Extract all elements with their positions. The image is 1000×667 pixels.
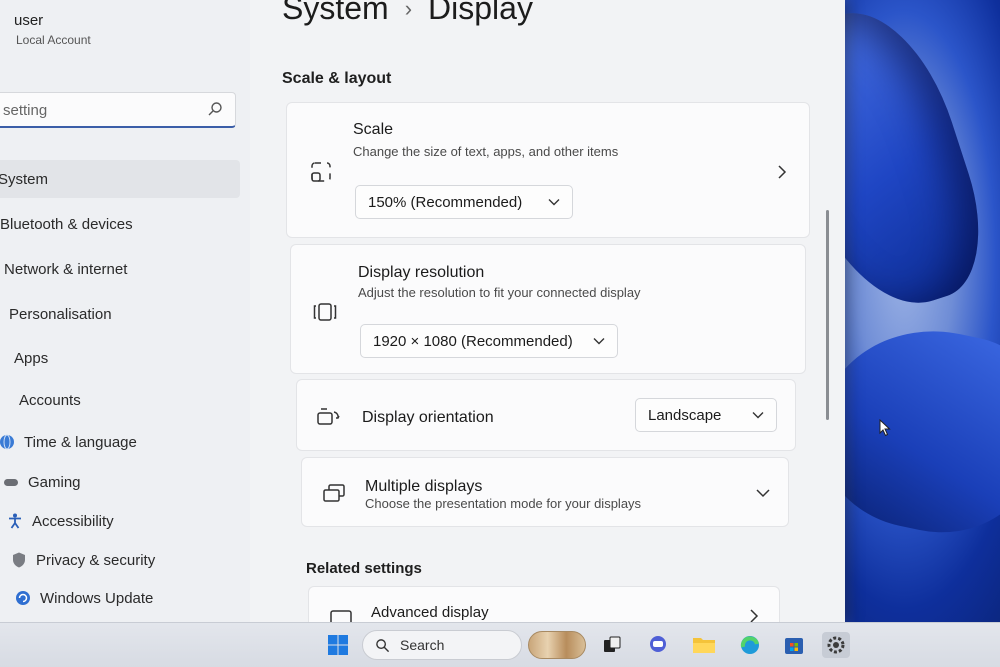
sidebar-item-label: Accessibility [32,512,114,530]
search-icon[interactable] [207,101,223,117]
sidebar-item-label: Windows Update [40,589,154,607]
sidebar-item-label: Accounts [19,391,81,409]
sidebar-item-network[interactable]: Network & internet [4,250,240,288]
user-name: user [14,12,44,29]
scale-dropdown[interactable]: 150% (Recommended) [355,185,573,219]
section-title-scale-layout: Scale & layout [282,70,392,87]
settings-window: user Local Account System Bluetooth & de… [0,0,845,623]
display-resolution-dropdown[interactable]: 1920 × 1080 (Recommended) [360,324,618,358]
display-orientation-card: Display orientation Landscape [296,379,796,451]
chevron-down-icon [752,412,764,419]
sidebar-item-personalisation[interactable]: Personalisation [9,295,240,333]
scale-dropdown-value: 150% (Recommended) [368,193,523,211]
search-icon [376,638,390,652]
sidebar-item-label: System [0,170,49,188]
section-title-related-settings: Related settings [306,560,422,577]
sidebar-item-accessibility[interactable]: Accessibility [6,502,240,540]
store-icon [785,638,803,654]
chevron-right-icon [750,609,759,623]
orientation-icon [317,408,340,425]
chevron-down-icon [548,199,560,206]
taskbar: Search [0,622,1000,667]
chat-icon [650,636,666,652]
user-account-type: Local Account [16,33,91,47]
sidebar-item-time-language[interactable]: Time & language [0,423,240,461]
update-icon [14,589,32,607]
advanced-display-title: Advanced display [371,604,489,621]
scale-card[interactable]: Scale Change the size of text, apps, and… [286,102,810,238]
resolution-icon [313,303,337,321]
gamepad-icon [2,473,20,491]
settings-sidebar: user Local Account System Bluetooth & de… [0,0,250,622]
sidebar-item-accounts[interactable]: Accounts [19,381,240,419]
edge-browser-button[interactable] [736,632,764,658]
multiple-displays-description: Choose the presentation mode for your di… [365,496,642,511]
settings-search-box[interactable] [0,92,236,128]
sidebar-item-label: Network & internet [4,260,128,278]
chat-button[interactable] [644,632,672,658]
sidebar-item-apps[interactable]: Apps [14,339,240,377]
breadcrumb-system-link[interactable]: System [282,0,389,27]
gear-icon [827,636,845,654]
scale-title: Scale [353,121,394,138]
advanced-display-card[interactable]: Advanced display [308,586,780,623]
taskbar-search-label: Search [400,637,445,653]
scale-description: Change the size of text, apps, and other… [353,144,619,159]
task-view-button[interactable] [598,632,626,658]
folder-icon [693,638,715,653]
multiple-displays-title: Multiple displays [365,478,483,495]
settings-search-input[interactable] [3,100,193,120]
mouse-cursor-icon [879,419,891,437]
accessibility-icon [6,512,24,530]
edge-icon [740,636,759,654]
sidebar-item-label: Personalisation [9,305,112,323]
chevron-down-icon[interactable] [756,488,770,498]
display-resolution-description: Adjust the resolution to fit your connec… [358,285,641,300]
file-explorer-button[interactable] [690,632,718,658]
display-resolution-title: Display resolution [358,264,485,281]
windows-logo-icon [328,635,348,655]
chevron-down-icon [593,338,605,345]
taskbar-search[interactable]: Search [362,630,522,660]
content-scrollbar[interactable] [826,210,829,420]
store-button[interactable] [780,632,808,658]
scale-icon [311,162,331,182]
monitor-icon [330,610,352,623]
multiple-displays-icon [323,484,345,502]
multiple-displays-card[interactable]: Multiple displays Choose the presentatio… [301,457,789,527]
task-view-icon [604,636,621,652]
page-title: Display [428,0,533,26]
chevron-right-icon[interactable] [777,165,787,179]
sidebar-item-label: Apps [14,349,49,367]
search-highlight-icon[interactable] [528,631,586,659]
display-resolution-card: Display resolution Adjust the resolution… [290,244,806,374]
shield-icon [10,551,28,569]
sidebar-item-gaming[interactable]: Gaming [2,463,240,501]
sidebar-item-label: Time & language [24,433,137,451]
globe-icon [0,433,16,451]
start-button[interactable] [324,632,352,658]
sidebar-item-label: Privacy & security [36,551,156,569]
display-orientation-dropdown[interactable]: Landscape [635,398,777,432]
sidebar-item-windows-update[interactable]: Windows Update [14,579,240,617]
display-resolution-value: 1920 × 1080 (Recommended) [373,332,573,350]
sidebar-item-label: Bluetooth & devices [0,215,133,233]
sidebar-item-bluetooth[interactable]: Bluetooth & devices [0,205,240,243]
sidebar-item-system[interactable]: System [0,160,240,198]
display-orientation-title: Display orientation [362,409,494,426]
breadcrumb-separator: › [404,0,413,21]
sidebar-item-label: Gaming [28,473,81,491]
sidebar-item-privacy-security[interactable]: Privacy & security [10,541,240,579]
settings-app-button[interactable] [822,632,850,658]
display-orientation-value: Landscape [648,406,722,424]
breadcrumb: System › Display [282,0,533,27]
